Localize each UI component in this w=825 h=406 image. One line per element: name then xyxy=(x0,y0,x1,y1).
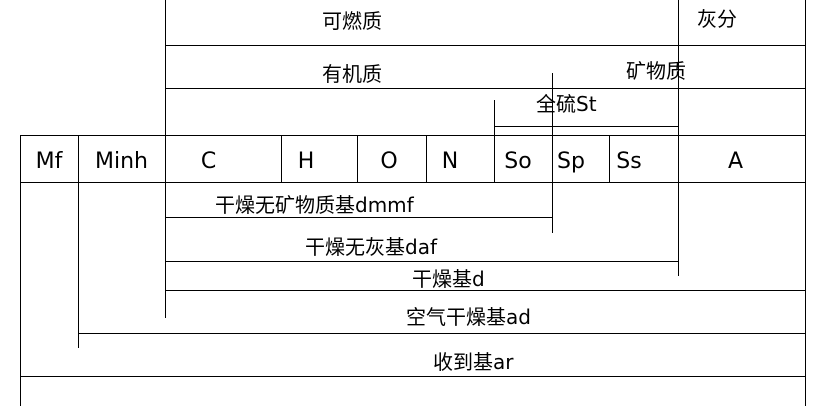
component-n: N xyxy=(441,149,459,174)
label-base-ar: 收到基ar xyxy=(433,350,514,374)
label-mineral: 矿物质 xyxy=(626,59,686,83)
label-base-daf: 干燥无灰基daf xyxy=(305,235,437,259)
component-o: O xyxy=(380,149,398,174)
component-mf: Mf xyxy=(35,149,63,174)
label-ash: 灰分 xyxy=(697,7,737,31)
component-minh: Minh xyxy=(95,149,148,174)
component-ss: Ss xyxy=(616,149,642,174)
component-h: H xyxy=(297,149,315,174)
label-combustible: 可燃质 xyxy=(322,9,382,33)
label-organic: 有机质 xyxy=(322,62,382,86)
component-sp: Sp xyxy=(557,149,585,174)
component-a: A xyxy=(727,149,744,174)
label-total-sulfur: 全硫St xyxy=(536,92,597,116)
label-base-dmmf: 干燥无矿物质基dmmf xyxy=(215,193,414,217)
component-c: C xyxy=(200,149,217,174)
label-base-d: 干燥基d xyxy=(412,267,485,291)
label-base-ad: 空气干燥基ad xyxy=(406,305,531,329)
component-so: So xyxy=(504,149,532,174)
